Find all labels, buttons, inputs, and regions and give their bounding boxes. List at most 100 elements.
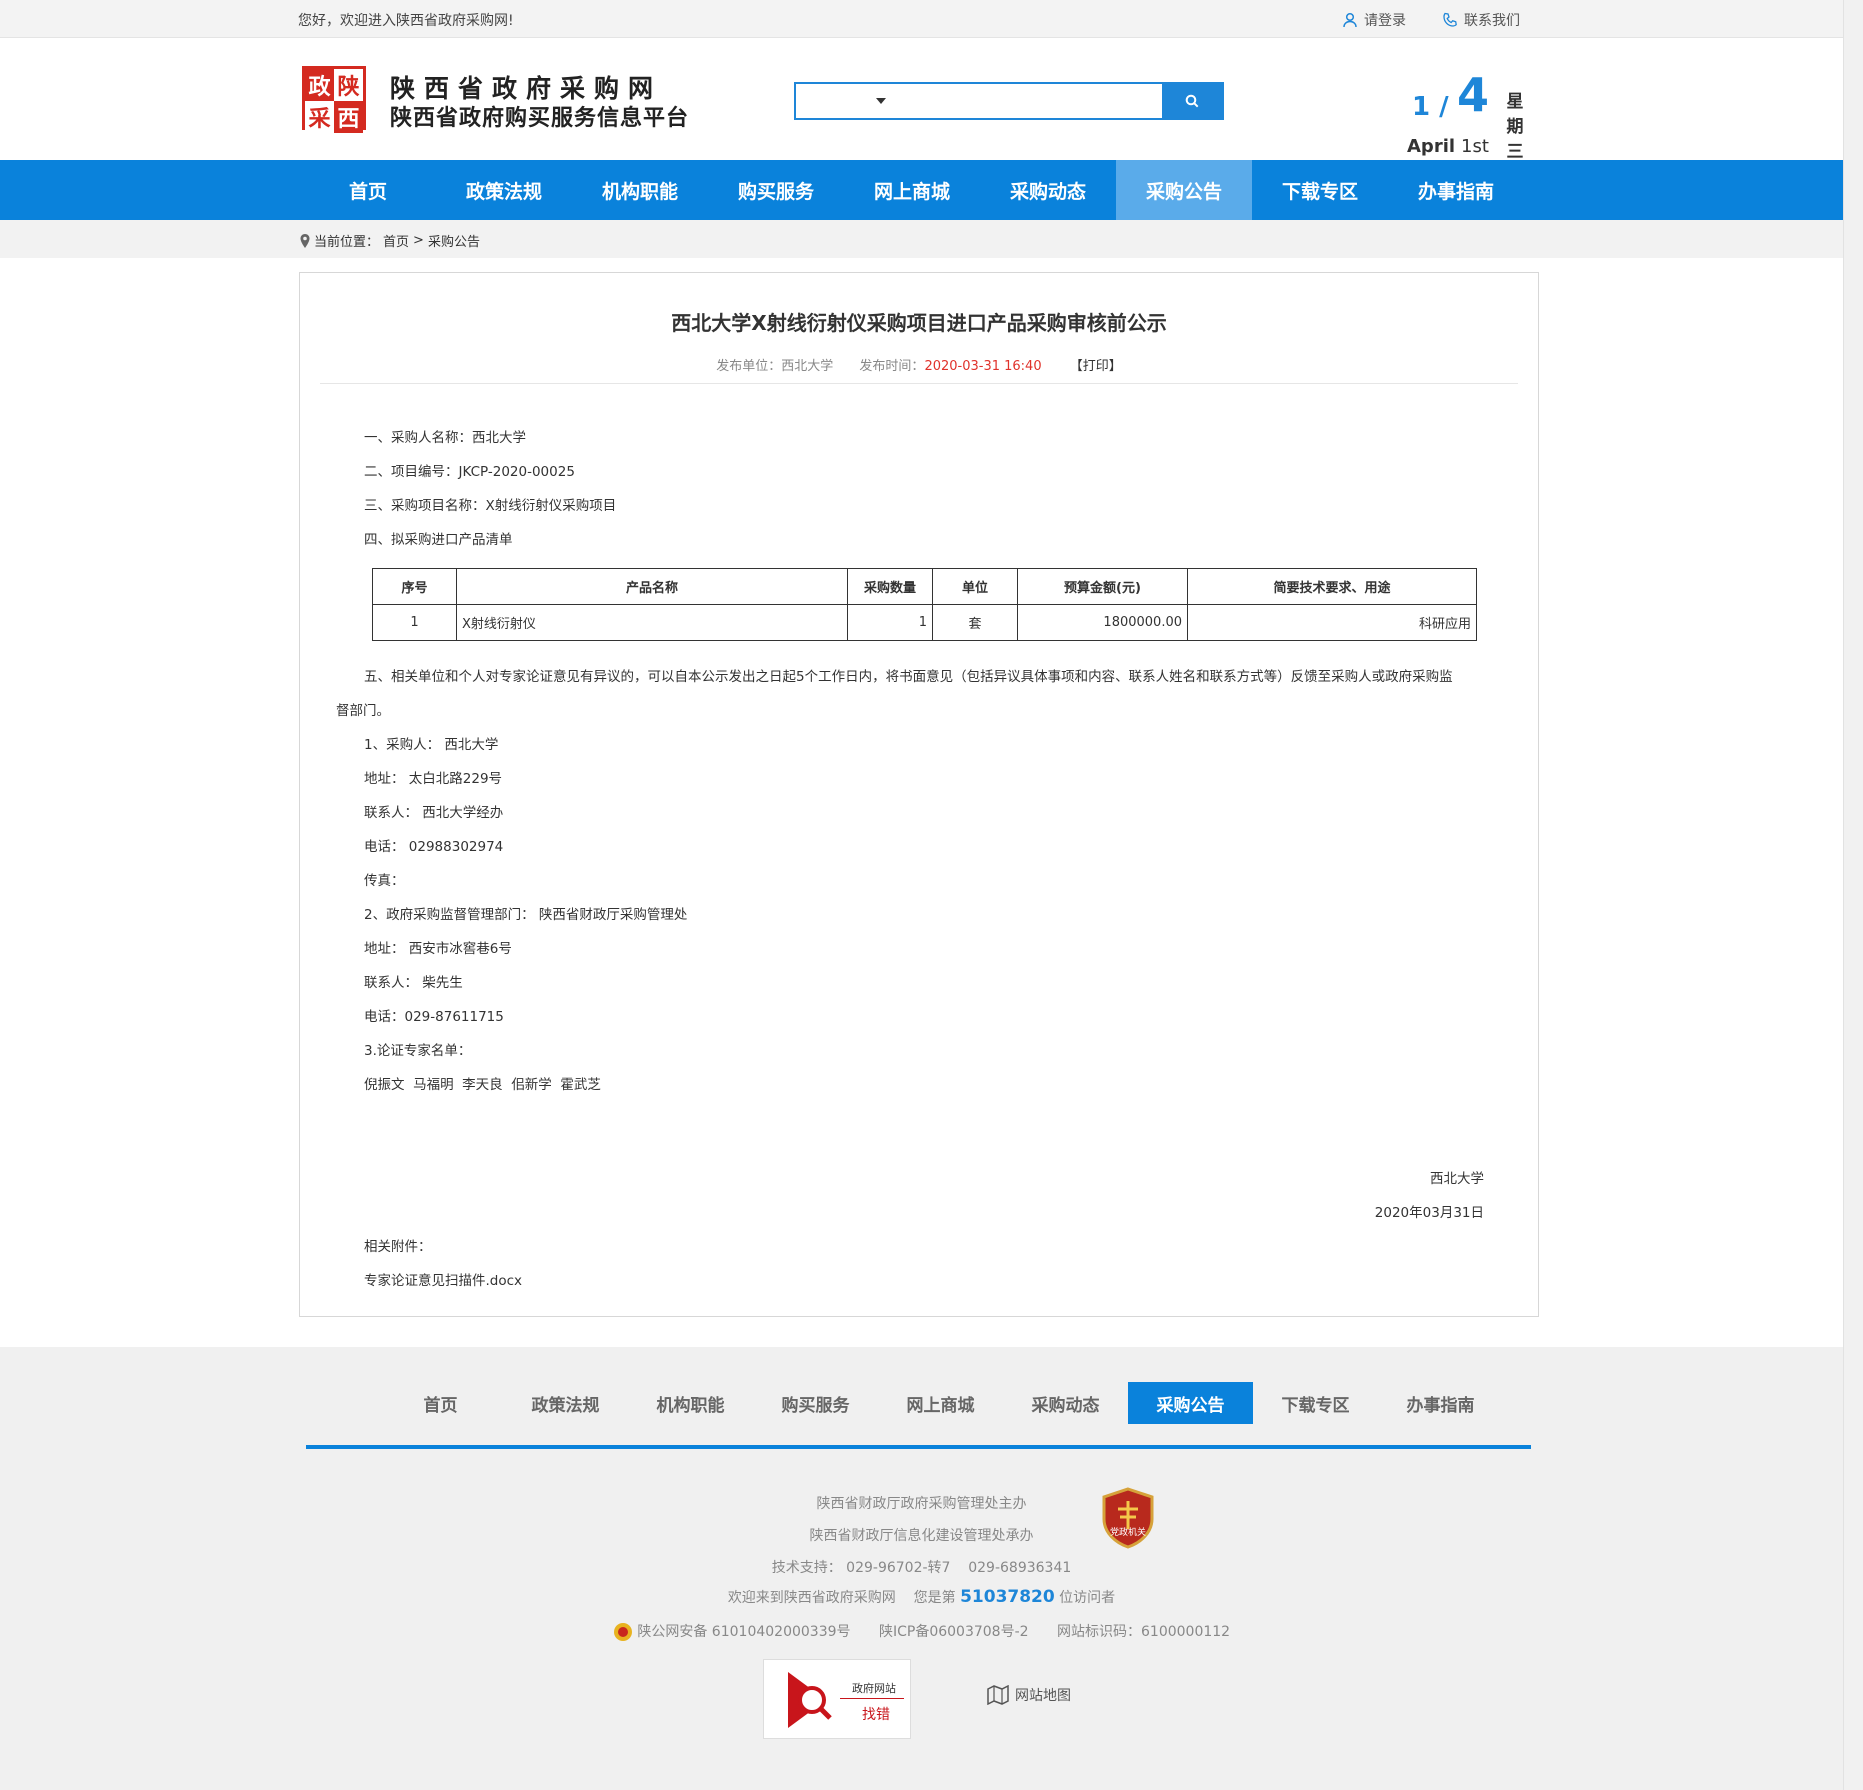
contact-line: 联系人： 西北大学经办: [364, 805, 504, 821]
objection-paragraph: 五、相关单位和个人对专家论证意见有异议的，可以自本公示发出之日起5个工作日内，将…: [364, 669, 1453, 685]
product-table: 序号 产品名称 采购数量 单位 预算金额(元) 简要技术要求、用途 1 X射线衍…: [372, 568, 1477, 641]
date-day: 1st: [1461, 136, 1489, 157]
nav-item-guide[interactable]: 办事指南: [1388, 160, 1524, 220]
icp-record-link[interactable]: 陕ICP备06003708号-2: [879, 1624, 1029, 1640]
footer-nav-institution[interactable]: 机构职能: [628, 1382, 753, 1424]
logo-char-2: 陕: [334, 69, 363, 101]
logo-char-3: 采: [305, 101, 334, 133]
nav-item-online-mall[interactable]: 网上商城: [844, 160, 980, 220]
security-record-link[interactable]: 陕公网安备 61010402000339号: [637, 1624, 850, 1640]
sitemap-label: 网站地图: [1015, 1688, 1071, 1704]
col-header-budget: 预算金额(元): [1017, 568, 1188, 605]
main-nav: 首页 政策法规 机构职能 购买服务 网上商城 采购动态 采购公告 下载专区 办事…: [0, 160, 1843, 220]
contact-line: 3.论证专家名单：: [364, 1043, 472, 1059]
col-header-unit: 单位: [932, 568, 1018, 605]
magnifier-icon: [788, 1672, 832, 1728]
weekday-char: 星: [1506, 92, 1524, 112]
nav-item-purchase-service[interactable]: 购买服务: [708, 160, 844, 220]
contact-line: 电话： 02988302974: [364, 839, 504, 855]
breadcrumb-label: 当前位置：: [314, 235, 380, 250]
footer-records: 陕公网安备 61010402000339号 陕ICP备06003708号-2 网…: [0, 1621, 1843, 1642]
col-header-product: 产品名称: [456, 568, 848, 605]
date-big-number: 4: [1457, 68, 1490, 122]
info-line: 四、拟采购进口产品清单: [364, 532, 513, 548]
nav-item-policy[interactable]: 政策法规: [436, 160, 572, 220]
date-month: April: [1407, 136, 1456, 157]
footer-nav-guide[interactable]: 办事指南: [1378, 1382, 1503, 1424]
article-meta: 发布单位：西北大学 发布时间：2020-03-31 16:40 【打印】: [300, 355, 1538, 374]
article-container: 西北大学X射线衍射仪采购项目进口产品采购审核前公示 发布单位：西北大学 发布时间…: [299, 272, 1539, 1317]
nav-item-home[interactable]: 首页: [300, 160, 436, 220]
site-id: 网站标识码：6100000112: [1057, 1624, 1231, 1640]
errbox-divider: [840, 1698, 904, 1699]
sitemap-link[interactable]: 网站地图: [987, 1685, 1071, 1705]
cell-unit: 套: [932, 604, 1018, 641]
errbox-top-text: 政府网站: [852, 1682, 896, 1695]
footer-nav-home[interactable]: 首页: [378, 1382, 503, 1424]
print-link[interactable]: 【打印】: [1070, 359, 1122, 374]
badge-text: 党政机关: [1109, 1528, 1146, 1538]
contact-link[interactable]: 联系我们: [1442, 10, 1520, 30]
cell-index: 1: [372, 604, 457, 641]
vertical-scrollbar[interactable]: [1843, 0, 1863, 1790]
contact-line: 1、采购人： 西北大学: [364, 737, 499, 753]
date-widget: 1 / 4 April 1st 星 期 三: [1407, 62, 1527, 162]
col-header-index: 序号: [372, 568, 457, 605]
cell-product: X射线衍射仪: [456, 604, 848, 641]
footer: 首页 政策法规 机构职能 购买服务 网上商城 采购动态 采购公告 下载专区 办事…: [0, 1347, 1843, 1790]
footer-nav-procurement-news[interactable]: 采购动态: [1003, 1382, 1128, 1424]
site-logo[interactable]: 政 陕 采 西: [302, 66, 366, 133]
breadcrumb: 当前位置： 首页 > 采购公告: [300, 231, 480, 250]
login-link[interactable]: 请登录: [1342, 10, 1406, 30]
contact-line: 地址： 西安市冰窖巷6号: [364, 941, 512, 957]
footer-nav-online-mall[interactable]: 网上商城: [878, 1382, 1003, 1424]
date-fraction: 1 /: [1412, 92, 1449, 122]
footer-divider: [306, 1445, 1531, 1449]
breadcrumb-bar: 当前位置： 首页 > 采购公告: [0, 220, 1843, 258]
footer-nav: 首页 政策法规 机构职能 购买服务 网上商城 采购动态 采购公告 下载专区 办事…: [378, 1382, 1503, 1424]
visit-suffix: 位访问者: [1059, 1590, 1116, 1606]
breadcrumb-separator: >: [413, 233, 424, 248]
contact-line: 电话：029-87611715: [364, 1009, 504, 1025]
col-header-quantity: 采购数量: [847, 568, 933, 605]
publisher: 西北大学: [781, 359, 834, 374]
footer-nav-policy[interactable]: 政策法规: [503, 1382, 628, 1424]
footer-organizer: 陕西省财政厅信息化建设管理处承办: [809, 1528, 1034, 1544]
footer-nav-announcements[interactable]: 采购公告: [1128, 1382, 1253, 1424]
footer-nav-purchase-service[interactable]: 购买服务: [753, 1382, 878, 1424]
visit-prefix: 欢迎来到陕西省政府采购网 您是第: [727, 1590, 956, 1606]
breadcrumb-home[interactable]: 首页: [383, 231, 409, 250]
logo-char-4: 西: [334, 101, 363, 133]
attachment-link[interactable]: 专家论证意见扫描件.docx: [364, 1269, 522, 1289]
contact-line: 2、政府采购监督管理部门： 陕西省财政厅采购管理处: [364, 907, 688, 923]
publisher-label: 发布单位：: [716, 359, 782, 374]
party-government-badge[interactable]: 党政机关: [1100, 1487, 1156, 1549]
weekday-char: 期: [1506, 117, 1524, 137]
footer-nav-downloads[interactable]: 下载专区: [1253, 1382, 1378, 1424]
search-category-select[interactable]: [796, 84, 896, 118]
user-icon: [1343, 12, 1357, 28]
search-button[interactable]: [1162, 84, 1222, 118]
page: 您好，欢迎进入陕西省政府采购网! 请登录 联系我们 政 陕 采 西 陕西省政府采…: [0, 0, 1863, 1790]
find-error-widget[interactable]: 政府网站 找错: [763, 1659, 911, 1739]
nav-item-downloads[interactable]: 下载专区: [1252, 160, 1388, 220]
breadcrumb-current[interactable]: 采购公告: [428, 231, 480, 250]
info-line: 三、采购项目名称：X射线衍射仪采购项目: [364, 498, 617, 514]
nav-item-announcements[interactable]: 采购公告: [1116, 160, 1252, 220]
expert-list: 倪振文 马福明 李天良 佀新学 霍武芝: [364, 1077, 601, 1093]
search-bar: [794, 82, 1224, 120]
nav-item-procurement-news[interactable]: 采购动态: [980, 160, 1116, 220]
nav-item-institution[interactable]: 机构职能: [572, 160, 708, 220]
publish-time: 2020-03-31 16:40: [924, 359, 1042, 374]
search-input[interactable]: [896, 84, 1162, 118]
signature-org: 西北大学: [1430, 1171, 1484, 1187]
errbox-bottom-text: 找错: [862, 1707, 890, 1723]
info-line: 二、项目编号：JKCP-2020-00025: [364, 464, 575, 480]
footer-visits: 欢迎来到陕西省政府采购网 您是第 51037820 位访问者: [0, 1587, 1843, 1607]
contact-line: 传真：: [364, 873, 405, 889]
objection-paragraph-cont: 督部门。: [336, 703, 390, 719]
caret-down-icon: [876, 98, 886, 104]
signature-date: 2020年03月31日: [1374, 1205, 1484, 1221]
phone-icon: [1443, 12, 1457, 27]
footer-host: 陕西省财政厅政府采购管理处主办: [816, 1496, 1027, 1512]
